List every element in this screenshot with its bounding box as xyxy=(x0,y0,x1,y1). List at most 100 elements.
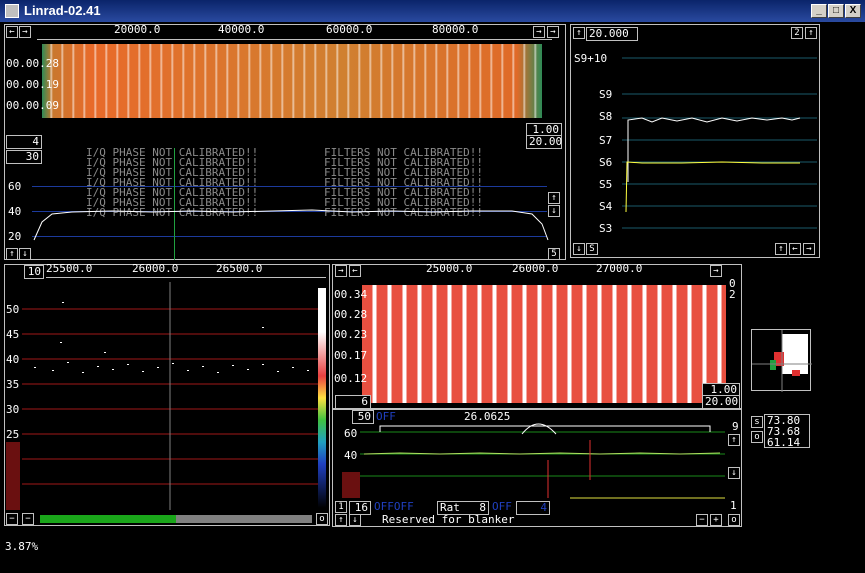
af-off2[interactable]: OFF xyxy=(492,500,512,513)
arrow-up-button[interactable]: ↑ xyxy=(775,243,787,255)
minus-button[interactable]: − xyxy=(696,514,708,526)
baseband-level-bar xyxy=(6,442,20,510)
freq-label: 40000.0 xyxy=(218,23,265,36)
arrow-down-button[interactable]: ↓ xyxy=(349,514,361,526)
arrow-right-button[interactable]: → xyxy=(803,243,815,255)
arrow-right-button[interactable]: → xyxy=(533,26,545,38)
af-bottom-left[interactable]: 1 xyxy=(335,501,347,513)
wide-gain-bottom[interactable]: 20.00 xyxy=(526,135,562,149)
smeter-num[interactable]: 2 xyxy=(791,27,803,39)
mini-plot xyxy=(752,330,812,392)
hires-right-second: 2 xyxy=(729,288,736,301)
main-canvas: ← → 20000.0 40000.0 60000.0 80000.0 → → … xyxy=(2,22,863,571)
window-title: Linrad-02.41 xyxy=(24,3,101,18)
freq-label: 25000.0 xyxy=(426,262,473,275)
arrow-left-button[interactable]: ← xyxy=(789,243,801,255)
arrow-left-button[interactable]: ← xyxy=(6,26,18,38)
wide-left-value[interactable]: 4 xyxy=(6,135,42,149)
maximize-button[interactable]: □ xyxy=(828,4,844,18)
y-tick: 40 xyxy=(344,449,358,462)
af-o-button[interactable]: o xyxy=(728,514,740,526)
title-bar: Linrad-02.41 _ □ X xyxy=(0,0,865,22)
arrow-up-button[interactable]: ↑ xyxy=(548,192,560,204)
af-off2-value[interactable]: 4 xyxy=(516,501,550,515)
arrow-down-button[interactable]: ↓ xyxy=(548,205,560,217)
y-tick: 30 xyxy=(6,403,20,416)
arrow-down-button[interactable]: ↓ xyxy=(573,243,585,255)
smeter-value[interactable]: 20.000 xyxy=(586,27,638,41)
af-offoff[interactable]: OFFOFF xyxy=(374,500,414,513)
freq-label: 25500.0 xyxy=(46,262,93,275)
arrow-up-button[interactable]: ↑ xyxy=(805,27,817,39)
plus-button[interactable]: + xyxy=(710,514,722,526)
arrow-right-button[interactable]: → xyxy=(19,26,31,38)
s-label: S9 xyxy=(599,88,613,101)
baseband-box[interactable]: 10 xyxy=(24,265,44,279)
blanker-label: Reserved for blanker xyxy=(382,513,515,526)
time-label: 00.00.28 xyxy=(6,57,59,70)
freq-label: 26000.0 xyxy=(132,262,179,275)
s-label: S5 xyxy=(599,178,613,191)
freq-label: 80000.0 xyxy=(432,23,479,36)
mini-o-button[interactable]: o xyxy=(751,431,763,443)
time-label: 00.17 xyxy=(334,349,368,362)
freq-label: 26500.0 xyxy=(216,262,263,275)
app-icon xyxy=(5,4,19,18)
arrow-down-button[interactable]: ↓ xyxy=(728,467,740,479)
hires-left-value[interactable]: 6 xyxy=(335,395,371,409)
mini-values: 73.80 73.68 61.14 xyxy=(764,414,810,448)
s-label: S9+10 xyxy=(574,52,608,65)
arrow-right-button[interactable]: → xyxy=(710,265,722,277)
wide-y-box[interactable]: 30 xyxy=(6,150,42,164)
y-tick: 45 xyxy=(6,328,20,341)
mini-spectrum xyxy=(751,329,812,392)
baseband-o-button[interactable]: o xyxy=(316,513,328,525)
s-label: S7 xyxy=(599,134,613,147)
wide-spectrum-trace xyxy=(33,209,549,241)
s-label: S4 xyxy=(599,200,613,213)
s-label: S6 xyxy=(599,156,613,169)
time-label: 00.00.09 xyxy=(6,99,59,112)
baseband-grid xyxy=(22,282,322,510)
freq-label: 27000.0 xyxy=(596,262,643,275)
af-spectrum xyxy=(360,423,725,499)
time-label: 00.23 xyxy=(334,328,368,341)
arrow-up-button[interactable]: ↑ xyxy=(335,514,347,526)
s-label: S3 xyxy=(599,222,613,235)
wide-waterfall xyxy=(42,44,542,118)
color-scale xyxy=(318,288,326,508)
arrow-up-button[interactable]: ↑ xyxy=(573,27,585,39)
y-tick: 50 xyxy=(6,303,20,316)
hires-gain-bottom[interactable]: 20.00 xyxy=(702,395,740,409)
arrow-up-button[interactable]: ↑ xyxy=(728,434,740,446)
arrow-down-button[interactable]: ↓ xyxy=(19,248,31,260)
af-right-bottom: 1 xyxy=(730,499,737,512)
freq-scale-line xyxy=(46,277,326,278)
level-slider-track[interactable] xyxy=(176,515,312,523)
af-right-num: 9 xyxy=(732,420,739,433)
mini-s-button[interactable]: s xyxy=(751,416,763,428)
hires-waterfall xyxy=(362,285,726,403)
wide-right-num[interactable]: 5 xyxy=(548,248,560,260)
time-label: 00.28 xyxy=(334,308,368,321)
minimize-button[interactable]: _ xyxy=(811,4,827,18)
freq-label: 20000.0 xyxy=(114,23,161,36)
arrow-right-button[interactable]: → xyxy=(547,26,559,38)
level-slider-fill[interactable] xyxy=(40,515,176,523)
smeter-grid xyxy=(622,57,817,229)
percent-label: 3.87% xyxy=(5,540,39,553)
s-label: S8 xyxy=(599,110,613,123)
arrow-left-button[interactable]: ← xyxy=(349,265,361,277)
minus-button[interactable]: − xyxy=(22,513,34,525)
y-tick: 60 xyxy=(8,180,22,193)
arrow-right-button[interactable]: → xyxy=(335,265,347,277)
close-button[interactable]: X xyxy=(845,4,861,18)
af-level-bar xyxy=(342,472,360,498)
smeter-s-button[interactable]: S xyxy=(586,243,598,255)
minus-button[interactable]: − xyxy=(6,513,18,525)
y-tick: 20 xyxy=(8,230,22,243)
y-tick: 35 xyxy=(6,378,20,391)
arrow-up-button[interactable]: ↑ xyxy=(6,248,18,260)
linrad-window: Linrad-02.41 _ □ X ← → 20000.0 40000.0 6… xyxy=(0,0,865,573)
af-bottom-num[interactable]: 16 xyxy=(349,501,371,515)
